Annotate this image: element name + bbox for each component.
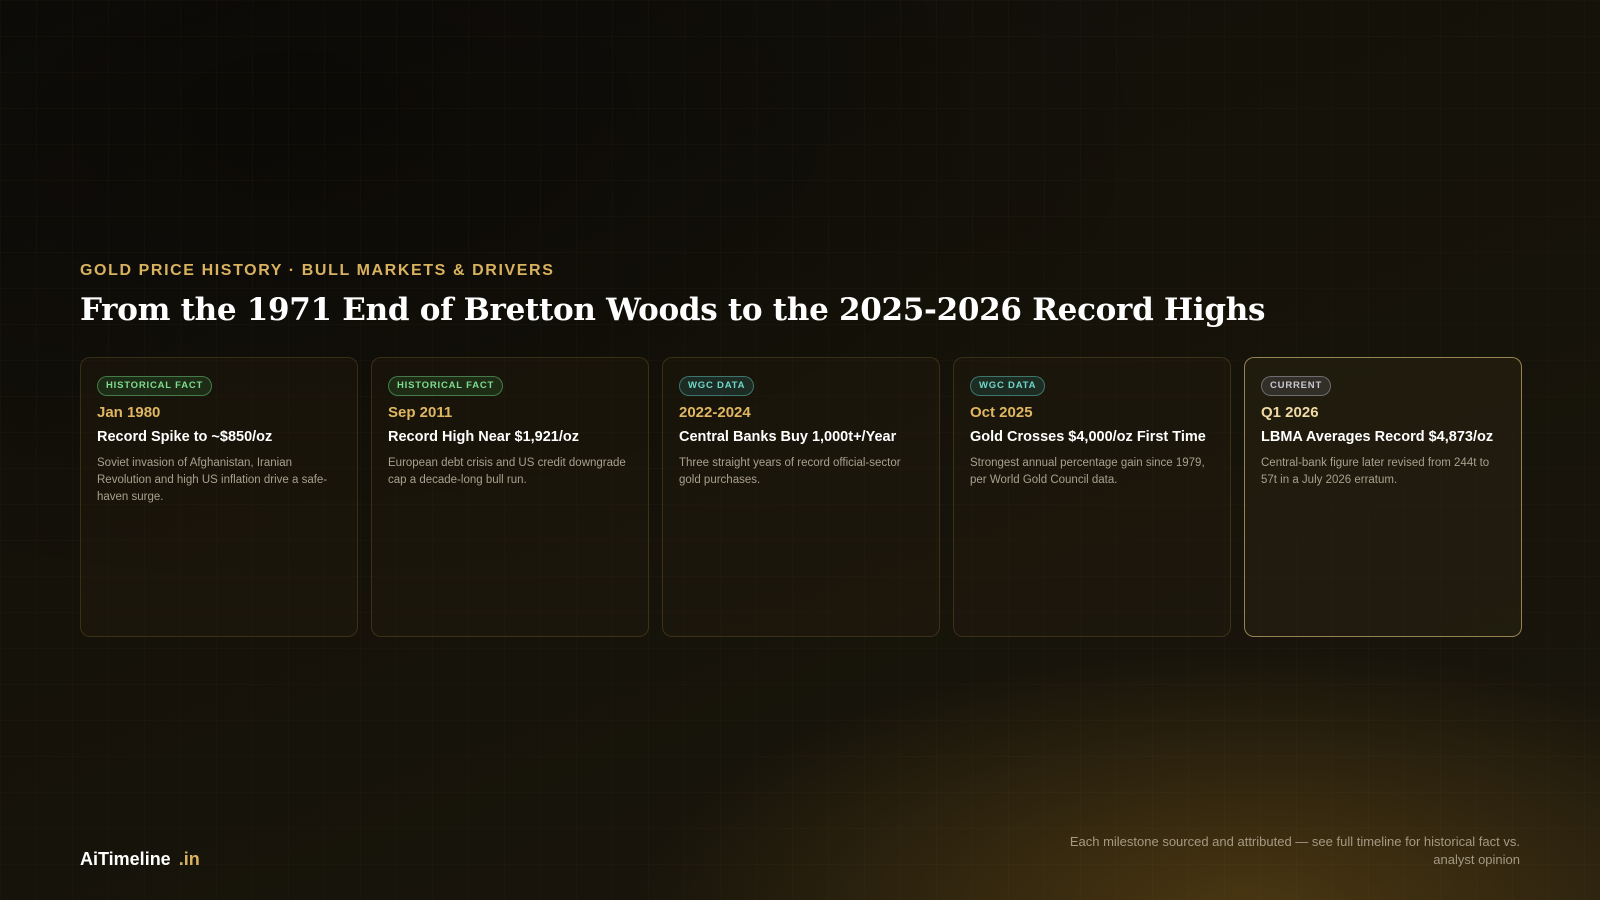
source-footnote: Each milestone sourced and attributed — …	[1069, 834, 1520, 867]
brand-logo: AiTimeline .in	[80, 849, 200, 870]
milestone-description: Central-bank figure later revised from 2…	[1261, 457, 1490, 486]
milestone-date: Oct 2025	[970, 404, 1033, 421]
milestone-title: LBMA Averages Record $4,873/oz	[1261, 429, 1494, 445]
milestone-date: Jan 1980	[97, 404, 161, 421]
brand-suffix: .in	[178, 849, 200, 869]
page-title: From the 1971 End of Bretton Woods to th…	[80, 292, 1266, 328]
milestone-description: European debt crisis and US credit downg…	[388, 457, 626, 486]
slide-header: GOLD PRICE HISTORY · BULL MARKETS & DRIV…	[80, 262, 1520, 328]
milestone-description: Three straight years of record official-…	[679, 457, 901, 486]
brand-name: AiTimeline	[80, 849, 171, 869]
eyebrow-label: GOLD PRICE HISTORY · BULL MARKETS & DRIV…	[80, 262, 555, 279]
milestone-description: Strongest annual percentage gain since 1…	[970, 457, 1205, 486]
milestone-date: Sep 2011	[388, 404, 453, 421]
slide: { "header": { "eyebrow": "GOLD PRICE HIS…	[0, 0, 1600, 900]
milestone-title: Gold Crosses $4,000/oz First Time	[970, 429, 1206, 445]
milestone-date: 2022-2024	[679, 404, 751, 421]
milestone-card-q1-2026: CURRENT Q1 2026 LBMA Averages Record $4,…	[1244, 357, 1522, 637]
milestone-description: Soviet invasion of Afghanistan, Iranian …	[97, 457, 328, 503]
milestone-card-oct-2025: WGC DATA Oct 2025 Gold Crosses $4,000/oz…	[953, 357, 1231, 637]
source-badge: WGC DATA	[970, 376, 1046, 396]
source-badge: CURRENT	[1261, 376, 1332, 396]
milestone-card-jan-1980: HISTORICAL FACT Jan 1980 Record Spike to…	[80, 357, 358, 637]
milestone-title: Central Banks Buy 1,000t+/Year	[679, 429, 897, 445]
milestone-title: Record High Near $1,921/oz	[388, 429, 579, 445]
source-badge: WGC DATA	[679, 376, 755, 396]
source-badge: HISTORICAL FACT	[97, 376, 213, 396]
milestone-cards: HISTORICAL FACT Jan 1980 Record Spike to…	[80, 357, 1522, 637]
milestone-title: Record Spike to ~$850/oz	[97, 429, 273, 445]
milestone-card-sep-2011: HISTORICAL FACT Sep 2011 Record High Nea…	[371, 357, 649, 637]
source-badge: HISTORICAL FACT	[388, 376, 504, 396]
milestone-date: Q1 2026	[1261, 404, 1319, 421]
milestone-card-2022-2024: WGC DATA 2022-2024 Central Banks Buy 1,0…	[662, 357, 940, 637]
